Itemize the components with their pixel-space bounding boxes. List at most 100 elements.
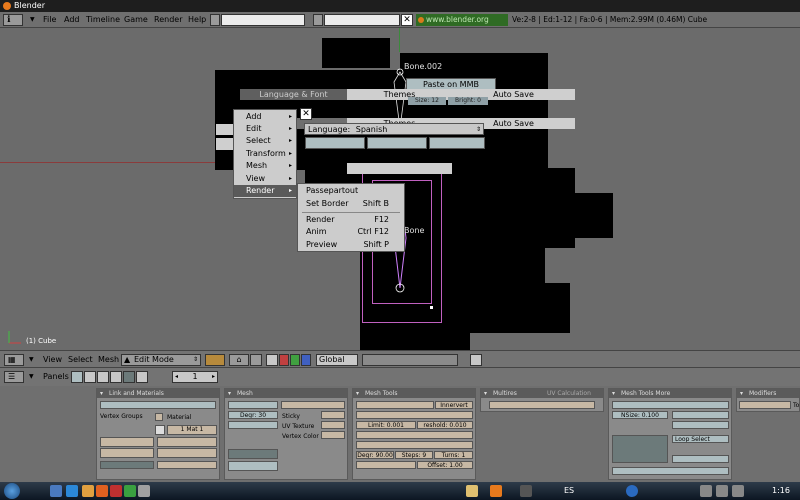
tool-button[interactable]	[356, 401, 434, 409]
turns-field[interactable]: Turns: 1	[434, 451, 473, 459]
uv-calculation-tab[interactable]: UV Calculation	[547, 390, 591, 397]
app-icon[interactable]	[520, 485, 532, 497]
menu-item-add[interactable]: Add ▸	[234, 111, 296, 123]
steps-field[interactable]: Steps: 9	[395, 451, 433, 459]
nsize-field[interactable]: NSize: 0.100	[612, 411, 668, 419]
menu-add[interactable]: Add	[64, 14, 80, 26]
tool-button[interactable]	[612, 467, 729, 475]
submenu-render[interactable]: Render F12	[298, 214, 404, 226]
draw-type-selector[interactable]	[205, 354, 225, 366]
tool-button[interactable]	[356, 461, 416, 469]
degr-field[interactable]: Degr: 30	[228, 411, 278, 419]
material-assign[interactable]	[157, 461, 217, 469]
pref-field[interactable]	[305, 137, 365, 149]
app-icon[interactable]	[124, 485, 136, 497]
innervert-button[interactable]: Innervert	[435, 401, 473, 409]
render-preview-icon[interactable]	[470, 354, 482, 366]
sticky-button[interactable]	[321, 411, 345, 419]
panel-header[interactable]: Mesh Tools More	[609, 389, 731, 398]
window-type-selector[interactable]: ℹ	[3, 14, 23, 26]
menu-item-select[interactable]: Select ▸	[234, 135, 296, 147]
script-context-icon[interactable]	[84, 371, 96, 383]
start-button-icon[interactable]	[4, 483, 20, 499]
add-modifier-button[interactable]	[739, 401, 791, 409]
pref-field[interactable]	[429, 137, 485, 149]
vgroup-button[interactable]	[100, 448, 154, 458]
pivot-selector[interactable]: ⌂	[229, 354, 249, 366]
submenu-preview[interactable]: Preview Shift P	[298, 239, 404, 251]
autosmooth-toggle[interactable]	[228, 401, 278, 409]
material-button[interactable]	[157, 437, 217, 447]
menu-item-view[interactable]: View ▸	[234, 173, 296, 185]
window-type-selector[interactable]: ▦	[4, 354, 24, 366]
pref-field[interactable]	[367, 137, 427, 149]
menu-timeline[interactable]: Timeline	[86, 14, 120, 26]
tool-button[interactable]	[356, 441, 473, 449]
volume-icon[interactable]	[732, 485, 744, 497]
media-icon[interactable]	[626, 485, 638, 497]
vertex-group-browse[interactable]	[155, 413, 163, 421]
multires-add-button[interactable]	[489, 401, 595, 409]
menu-item-mesh[interactable]: Mesh ▸	[234, 160, 296, 172]
tool-button[interactable]	[612, 401, 729, 409]
object-context-icon[interactable]	[110, 371, 122, 383]
collapse-arrow-icon[interactable]: ▼	[30, 14, 35, 26]
submenu-anim[interactable]: Anim Ctrl F12	[298, 226, 404, 238]
frame-counter[interactable]: ◂ 1 ▸	[172, 371, 218, 383]
tab-language-font[interactable]: Language & Font	[240, 89, 347, 100]
menu-item-render[interactable]: Render ▸	[234, 185, 296, 197]
screen-selector[interactable]	[210, 14, 220, 26]
vgroup-button[interactable]	[100, 437, 154, 447]
panel-header[interactable]: Mesh	[225, 389, 347, 398]
limit-field[interactable]: Limit: 0.001	[356, 421, 416, 429]
mesh-option[interactable]	[228, 461, 278, 471]
orientation-selector[interactable]: Global	[316, 354, 358, 366]
mesh-option[interactable]	[228, 449, 278, 459]
uv-texture-button[interactable]	[321, 421, 345, 429]
menu-select[interactable]: Select	[68, 354, 93, 366]
tool-button[interactable]	[356, 411, 473, 419]
size-field[interactable]: Size: 12	[408, 97, 446, 105]
blender-taskbar-icon[interactable]	[490, 485, 502, 497]
scale-manipulator-icon[interactable]	[301, 354, 311, 366]
language-selector[interactable]: Language: Spanish ⇕	[304, 123, 484, 135]
panel-header[interactable]: Mesh Tools	[353, 389, 475, 398]
folder-icon[interactable]	[466, 485, 478, 497]
material-index-field[interactable]: 1 Mat 1	[167, 425, 217, 435]
window-type-selector[interactable]: ☰	[4, 371, 24, 383]
menu-item-transform[interactable]: Transform ▸	[234, 148, 296, 160]
translate-manipulator-icon[interactable]	[279, 354, 289, 366]
mesh-option[interactable]	[281, 401, 345, 409]
offset-field[interactable]: Offset: 1.00	[417, 461, 473, 469]
scene-selector[interactable]	[313, 14, 323, 26]
menu-render[interactable]: Render	[154, 14, 182, 26]
degr-field[interactable]: Degr: 90.00	[356, 451, 394, 459]
menu-help[interactable]: Help	[188, 14, 206, 26]
scene-name-field[interactable]	[324, 14, 400, 26]
tool-button[interactable]	[672, 455, 729, 463]
panel-header[interactable]: Link and Materials	[97, 389, 219, 398]
folder-icon[interactable]	[82, 485, 94, 497]
clock[interactable]: 1:16	[772, 486, 790, 495]
input-language[interactable]: ES	[564, 486, 574, 495]
pivot-option-icon[interactable]	[250, 354, 262, 366]
menu-mesh[interactable]: Mesh	[98, 354, 119, 366]
threshold-field[interactable]: reshold: 0.010	[417, 421, 473, 429]
loop-select-dropdown[interactable]: Loop Select	[672, 435, 729, 443]
menu-game[interactable]: Game	[124, 14, 148, 26]
submenu-passepartout[interactable]: Passepartout	[298, 185, 404, 197]
collapse-arrow-icon[interactable]: ▼	[29, 354, 34, 366]
mode-selector[interactable]: ▲ Edit Mode ⇕	[121, 354, 201, 366]
menu-item-edit[interactable]: Edit ▸	[234, 123, 296, 135]
rotate-manipulator-icon[interactable]	[290, 354, 300, 366]
submenu-set-border[interactable]: Set Border Shift B	[298, 198, 404, 210]
panels-menu[interactable]: Panels	[43, 371, 69, 383]
tray-icon[interactable]	[716, 485, 728, 497]
show-desktop-icon[interactable]	[50, 485, 62, 497]
firefox-icon[interactable]	[96, 485, 108, 497]
menu-file[interactable]: File	[43, 14, 56, 26]
tool-button[interactable]	[612, 435, 668, 463]
app-icon[interactable]	[110, 485, 122, 497]
ie-icon[interactable]	[66, 485, 78, 497]
tool-button[interactable]	[672, 411, 729, 419]
